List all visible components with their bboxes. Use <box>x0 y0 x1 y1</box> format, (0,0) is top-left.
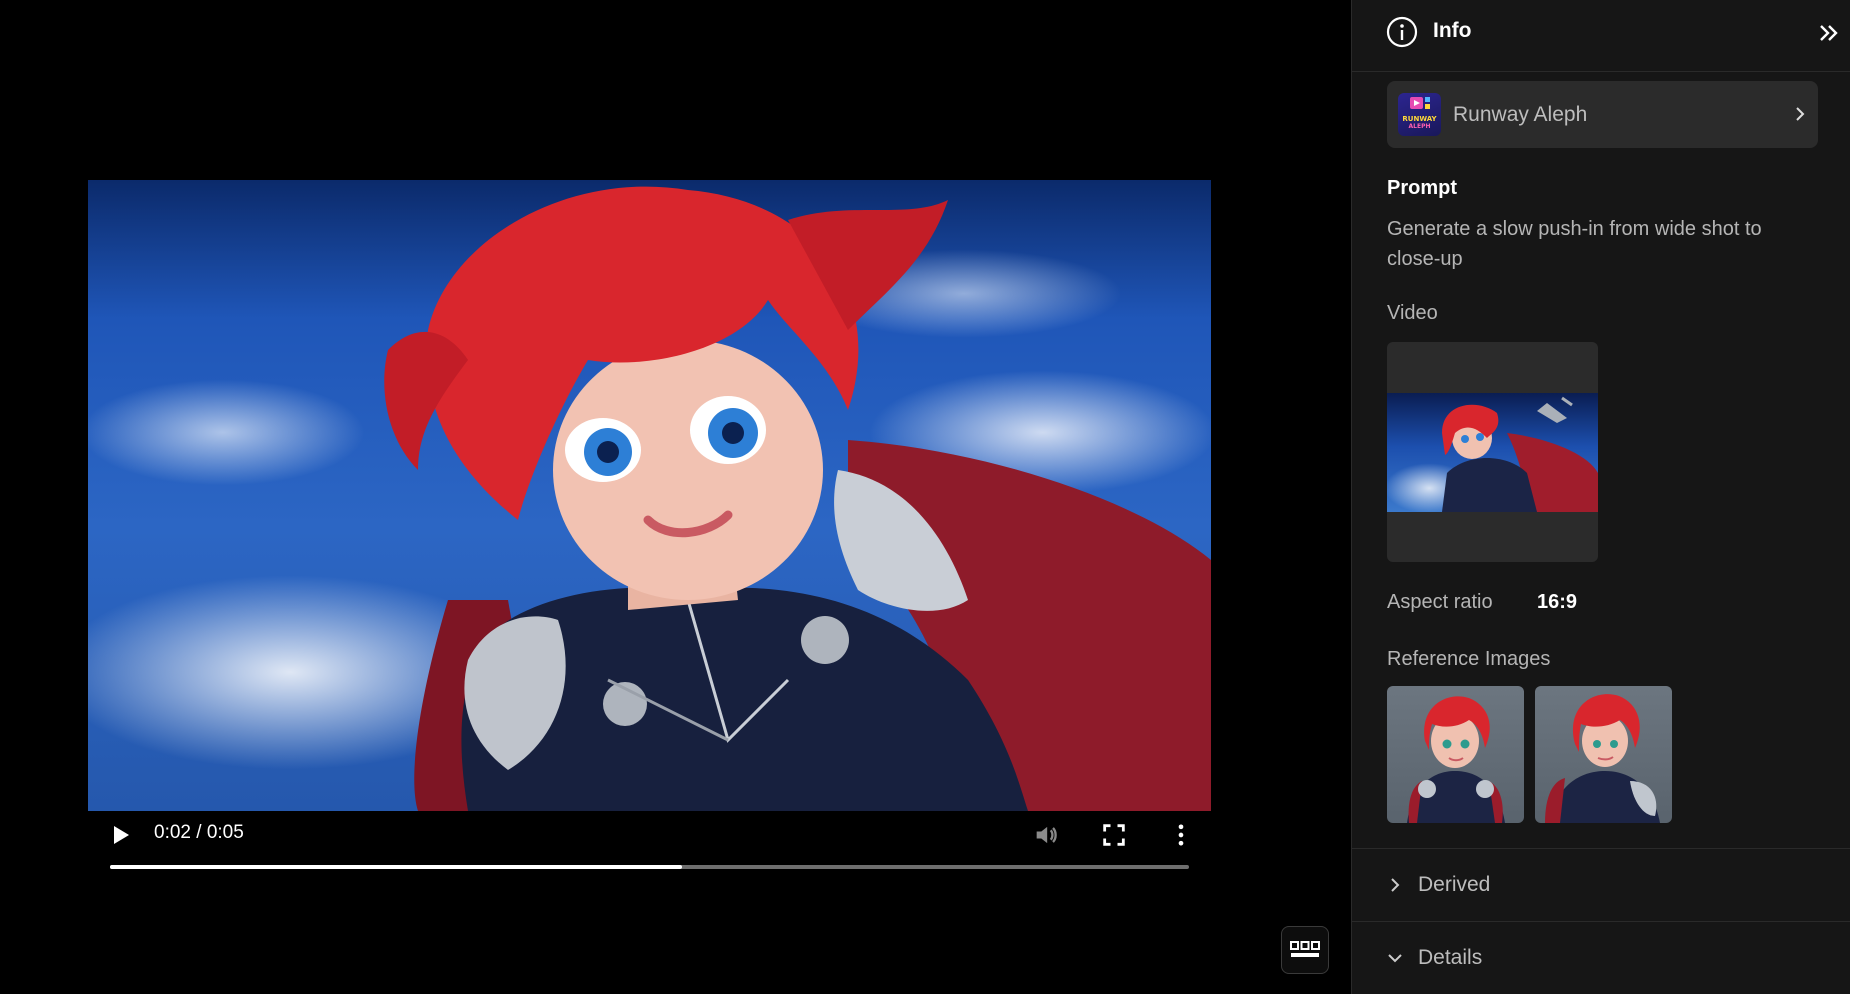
panel-header: Info <box>1352 0 1850 72</box>
progress-bar[interactable] <box>110 865 1189 869</box>
logo-text: RUNWAY <box>1402 115 1437 123</box>
details-label: Details <box>1418 946 1483 969</box>
model-card[interactable]: RUNWAY ALEPH Runway Aleph <box>1387 81 1818 148</box>
details-section-toggle[interactable]: Details <box>1352 921 1850 993</box>
more-vertical-icon[interactable] <box>1167 821 1195 849</box>
collapse-double-chevron-icon[interactable] <box>1816 20 1842 46</box>
info-panel: Info RUNWAY ALEPH Runway Aleph Prompt Ge… <box>1351 0 1850 994</box>
prompt-text: Generate a slow push-in from wide shot t… <box>1387 218 1762 270</box>
info-icon <box>1386 16 1418 48</box>
play-icon[interactable] <box>108 823 132 847</box>
logo-play-icon <box>1410 97 1430 109</box>
reference-image-2[interactable] <box>1535 686 1672 823</box>
aspect-ratio-value: 16:9 <box>1537 591 1578 613</box>
chevron-right-icon <box>1391 878 1400 892</box>
chevron-right-icon <box>1796 107 1805 121</box>
prompt-heading: Prompt <box>1387 177 1457 199</box>
reference-image-1[interactable] <box>1387 686 1524 823</box>
playback-time: 0:02 / 0:05 <box>154 822 244 843</box>
layout-toggle-button[interactable] <box>1281 926 1329 974</box>
derived-section-toggle[interactable]: Derived <box>1352 848 1850 920</box>
chevron-down-icon <box>1388 954 1402 963</box>
reference-image-2-art <box>1545 694 1660 823</box>
video-thumbnail-image <box>1387 393 1598 512</box>
fullscreen-icon[interactable] <box>1100 821 1128 849</box>
aspect-ratio-label: Aspect ratio <box>1387 591 1493 613</box>
dots-grid-icon <box>1290 941 1320 957</box>
app-root: 0:02 / 0:05 Info RUNWAY ALEPH Runway Ale… <box>0 0 1850 994</box>
video-stage: 0:02 / 0:05 <box>0 0 1351 994</box>
model-name: Runway Aleph <box>1453 103 1588 126</box>
video-thumbnail[interactable] <box>1387 342 1598 562</box>
thumbnail-art <box>1442 396 1598 512</box>
progress-fill <box>110 865 682 869</box>
video-label: Video <box>1387 302 1438 324</box>
runway-logo: RUNWAY ALEPH <box>1398 93 1441 136</box>
reference-image-1-art <box>1407 696 1505 823</box>
reference-images-label: Reference Images <box>1387 648 1551 670</box>
panel-title: Info <box>1433 19 1472 42</box>
video-frame <box>384 186 1211 811</box>
video-controls: 0:02 / 0:05 <box>88 811 1211 871</box>
derived-label: Derived <box>1418 873 1491 896</box>
logo-text-sub: ALEPH <box>1408 123 1431 130</box>
video-player[interactable] <box>88 180 1211 811</box>
volume-icon[interactable] <box>1032 821 1060 849</box>
